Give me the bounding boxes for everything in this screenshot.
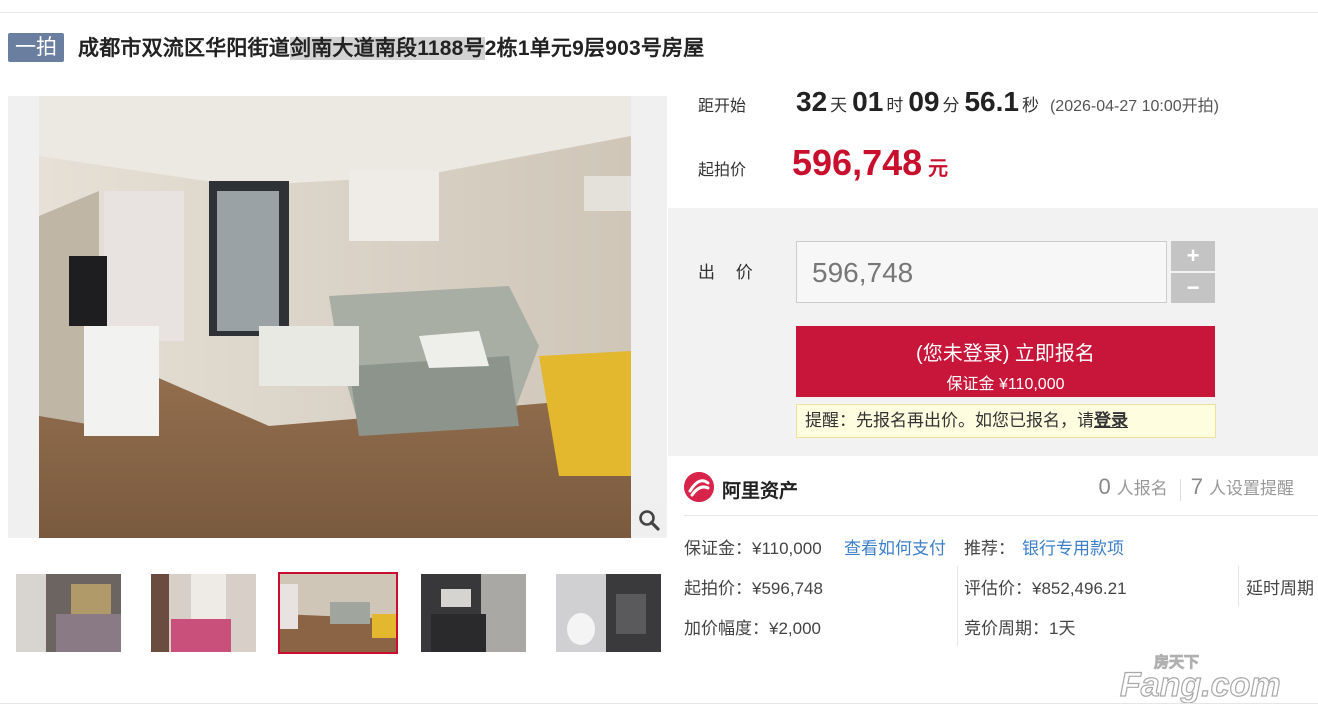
start-price-info: 起拍价：¥596,748 (684, 579, 823, 598)
auction-round-tag: 一拍 (8, 32, 64, 62)
reminder-text: 提醒：先报名再出价。如您已报名，请 (805, 411, 1094, 430)
thumbnail-2[interactable] (151, 574, 256, 652)
countdown-minutes-unit: 分 (942, 96, 960, 115)
auction-stats: 0 人报名 7 人设置提醒 (1098, 474, 1294, 501)
main-photo (39, 96, 631, 538)
title-highlight: 剑南大道南段1188号 (290, 37, 485, 60)
start-price-row: 起拍价 596,748 元 (698, 142, 948, 186)
thumbnail-1[interactable] (16, 574, 121, 652)
top-divider (0, 12, 1318, 13)
reminders-count: 7 (1190, 474, 1203, 499)
countdown-days: 32 (796, 86, 828, 117)
stats-divider (1179, 478, 1181, 501)
bid-stepper: + − (1171, 241, 1215, 303)
signups-label: 人报名 (1116, 479, 1168, 498)
countdown-days-unit: 天 (830, 96, 848, 115)
fang-watermark: 房天下 Fang.com (1118, 648, 1308, 705)
alibaba-asset-logo-icon (684, 472, 714, 502)
zoom-icon (639, 510, 660, 531)
thumbnail-5[interactable] (556, 574, 661, 652)
countdown-seconds: 56.1 (964, 86, 1019, 117)
countdown-minutes: 09 (908, 86, 940, 117)
auction-start-time: (2026-04-27 10:00开拍) (1049, 98, 1219, 115)
start-price-unit: 元 (928, 158, 949, 180)
recommend-label: 推荐： (964, 539, 1015, 558)
deposit-info: 保证金：¥110,000 (684, 539, 822, 558)
bank-funds-link[interactable]: 银行专用款项 (1022, 534, 1124, 559)
listing-title: 成都市双流区华阳街道剑南大道南段1188号2栋1单元9层903号房屋 (78, 32, 704, 62)
signup-deposit-label: 保证金 ¥110,000 (946, 376, 1065, 393)
delay-info: 延时周期 (1246, 579, 1314, 598)
bank-funds-label: 银行专用款项 (1022, 539, 1124, 558)
how-to-pay-label: 查看如何支付 (844, 539, 946, 558)
main-photo-viewer[interactable] (8, 96, 667, 538)
signups-count: 0 (1098, 474, 1111, 499)
decrease-bid-button[interactable]: − (1171, 273, 1215, 303)
brand-row: 阿里资产 0 人报名 7 人设置提醒 (684, 470, 1318, 504)
countdown-label: 距开始 (698, 98, 747, 115)
how-to-pay-link[interactable]: 查看如何支付 (844, 534, 946, 559)
increment-info: 加价幅度：¥2,000 (684, 619, 821, 638)
login-link[interactable]: 登录 (1094, 411, 1128, 430)
reminders-label: 人设置提醒 (1209, 479, 1294, 498)
bid-panel: 出 价 596,748 + − (您未登录) 立即报名 保证金 ¥110,000… (668, 208, 1318, 456)
title-prefix: 成都市双流区华阳街道 (78, 37, 290, 60)
listing-title-row: 一拍 成都市双流区华阳街道剑南大道南段1188号2栋1单元9层903号房屋 (8, 30, 704, 64)
thumbnail-3-selected[interactable] (278, 572, 398, 654)
increase-bid-button[interactable]: + (1171, 241, 1215, 271)
zoom-button[interactable] (633, 504, 665, 536)
start-price-value: 596,748 (792, 142, 923, 183)
signup-button-label: (您未登录) 立即报名 (916, 343, 1095, 365)
bottom-divider (0, 703, 1318, 704)
signup-button[interactable]: (您未登录) 立即报名 保证金 ¥110,000 (796, 326, 1215, 397)
brand-name: 阿里资产 (722, 481, 799, 502)
bidding-cycle-info: 竞价周期：1天 (964, 619, 1076, 638)
signup-reminder: 提醒：先报名再出价。如您已报名，请登录 (796, 404, 1216, 438)
title-suffix: 2栋1单元9层903号房屋 (484, 37, 705, 60)
countdown-hours-unit: 时 (886, 96, 904, 115)
bid-label: 出 价 (698, 263, 761, 282)
countdown-seconds-unit: 秒 (1021, 96, 1039, 115)
watermark-main-text: Fang.com (1120, 666, 1281, 704)
appraisal-info: 评估价：¥852,496.21 (964, 579, 1127, 598)
start-price-label: 起拍价 (698, 162, 747, 179)
column-divider-2 (1238, 566, 1239, 606)
photo-thumbnail-strip (8, 572, 668, 654)
countdown-row: 距开始 32 天 01 时 09 分 56.1 秒 (2026-04-27 10… (698, 86, 1219, 126)
brand-divider (684, 515, 1318, 516)
thumbnail-4[interactable] (421, 574, 526, 652)
bid-amount-input[interactable]: 596,748 (796, 241, 1167, 303)
countdown-hours: 01 (852, 86, 884, 117)
column-divider (957, 566, 958, 646)
